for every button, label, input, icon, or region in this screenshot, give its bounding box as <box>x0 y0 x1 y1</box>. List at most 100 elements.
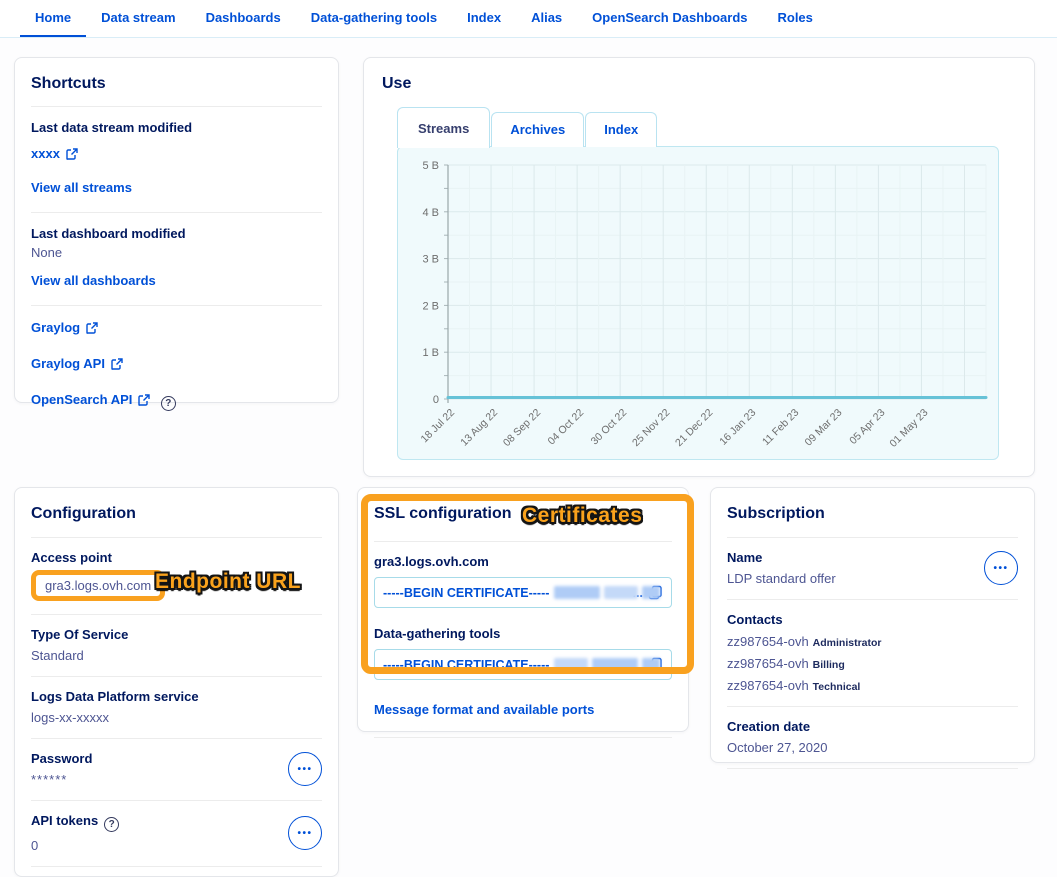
graylog-link-label: Graylog <box>31 320 80 335</box>
nav-tab-home[interactable]: Home <box>20 0 86 37</box>
last-dashboard-value: None <box>31 245 322 260</box>
graylog-api-link-label: Graylog API <box>31 356 105 371</box>
last-stream-label: Last data stream modified <box>31 120 322 135</box>
ssl-configuration-panel: Certificates SSL configuration gra3.logs… <box>357 487 689 732</box>
divider <box>374 737 672 738</box>
api-tokens-label-text: API tokens <box>31 813 98 828</box>
subscription-title: Subscription <box>727 505 1018 523</box>
usage-chart: 01 B2 B3 B4 B5 B18 Jul 2213 Aug 2208 Sep… <box>398 147 1000 459</box>
svg-text:5 B: 5 B <box>422 160 439 172</box>
graylog-link[interactable]: Graylog <box>31 320 98 335</box>
subscription-panel: Subscription Name LDP standard offer Con… <box>710 487 1035 763</box>
configuration-title: Configuration <box>31 505 322 523</box>
svg-text:16 Jan 23: 16 Jan 23 <box>717 407 758 448</box>
tab-streams[interactable]: Streams <box>397 107 490 148</box>
contact-item: zz987654-ovh Billing <box>727 656 1018 671</box>
contact-item: zz987654-ovh Administrator <box>727 634 1018 649</box>
service-row: Logs Data Platform service logs-xx-xxxxx <box>15 677 338 738</box>
password-value: ****** <box>31 772 92 787</box>
usage-chart-container: 01 B2 B3 B4 B5 B18 Jul 2213 Aug 2208 Sep… <box>397 146 999 460</box>
creation-date-value: October 27, 2020 <box>727 740 1018 755</box>
svg-text:0: 0 <box>433 394 439 406</box>
svg-text:21 Dec 22: 21 Dec 22 <box>673 407 715 449</box>
external-tools-section: Graylog Graylog API OpenSearch API <box>15 306 338 426</box>
view-all-streams-label: View all streams <box>31 180 132 195</box>
message-format-ports-label: Message format and available ports <box>374 702 594 717</box>
certificate-section-endpoint: gra3.logs.ovh.com -----BEGIN CERTIFICATE… <box>358 542 688 614</box>
nav-tab-alias[interactable]: Alias <box>516 0 577 37</box>
divider <box>31 866 322 867</box>
svg-text:4 B: 4 B <box>422 207 439 219</box>
certificate-endpoint-label: gra3.logs.ovh.com <box>374 554 672 569</box>
subscription-actions-button[interactable] <box>984 551 1018 585</box>
divider <box>727 768 1018 769</box>
svg-text:09 Mar 23: 09 Mar 23 <box>803 407 845 449</box>
certificate-prefix: -----BEGIN CERTIFICATE----- <box>383 586 549 600</box>
password-label: Password <box>31 751 92 766</box>
nav-tab-opensearch-dashboards[interactable]: OpenSearch Dashboards <box>577 0 762 37</box>
opensearch-api-link[interactable]: OpenSearch API <box>31 392 150 407</box>
external-link-icon <box>111 358 123 370</box>
nav-tab-data-stream[interactable]: Data stream <box>86 0 190 37</box>
nav-tab-index[interactable]: Index <box>452 0 516 37</box>
contacts-label: Contacts <box>727 612 1018 627</box>
api-tokens-label: API tokens <box>31 813 119 832</box>
top-nav: Home Data stream Dashboards Data-gatheri… <box>0 0 1057 38</box>
svg-text:2 B: 2 B <box>422 300 439 312</box>
contact-id: zz987654-ovh <box>727 678 809 693</box>
contact-id: zz987654-ovh <box>727 634 809 649</box>
view-all-dashboards-label: View all dashboards <box>31 273 156 288</box>
shortcuts-panel: Shortcuts Last data stream modified xxxx… <box>14 57 339 403</box>
svg-text:13 Aug 22: 13 Aug 22 <box>458 407 500 449</box>
redacted-certificate-data <box>554 586 627 599</box>
access-point-value: gra3.logs.ovh.com <box>45 578 151 593</box>
message-format-ports-link[interactable]: Message format and available ports <box>374 702 594 717</box>
last-stream-section: Last data stream modified xxxx View all … <box>15 107 338 212</box>
tab-archives[interactable]: Archives <box>491 112 584 147</box>
svg-text:01 May 23: 01 May 23 <box>887 407 930 450</box>
annotation-endpoint-url: Endpoint URL <box>155 570 301 594</box>
certificate-value: -----BEGIN CERTIFICATE----- ... <box>374 577 672 608</box>
subscription-name-value: LDP standard offer <box>727 571 836 586</box>
contact-item: zz987654-ovh Technical <box>727 678 1018 693</box>
svg-text:3 B: 3 B <box>422 254 439 266</box>
view-all-dashboards-link[interactable]: View all dashboards <box>31 273 156 288</box>
help-circle-icon[interactable] <box>161 396 176 411</box>
certificate-section-tools: Data-gathering tools -----BEGIN CERTIFIC… <box>358 614 688 686</box>
external-link-icon <box>66 148 78 160</box>
configuration-panel: Configuration Access point gra3.logs.ovh… <box>14 487 339 877</box>
redacted-certificate-data <box>554 658 627 671</box>
creation-date-label: Creation date <box>727 719 1018 734</box>
service-label: Logs Data Platform service <box>31 689 322 704</box>
contact-id: zz987654-ovh <box>727 656 809 671</box>
nav-tab-roles[interactable]: Roles <box>762 0 827 37</box>
contact-role: Administrator <box>813 637 882 649</box>
tab-index[interactable]: Index <box>585 112 657 147</box>
svg-text:04 Oct 22: 04 Oct 22 <box>546 407 587 448</box>
svg-text:05 Apr 23: 05 Apr 23 <box>847 407 887 447</box>
subscription-name-label: Name <box>727 550 836 565</box>
last-dashboard-section: Last dashboard modified None View all da… <box>15 213 338 305</box>
external-link-icon <box>86 322 98 334</box>
use-tabs: Streams Archives Index <box>397 106 1034 147</box>
graylog-api-link[interactable]: Graylog API <box>31 356 123 371</box>
last-stream-link[interactable]: xxxx <box>31 146 78 161</box>
nav-tab-dashboards[interactable]: Dashboards <box>191 0 296 37</box>
certificate-tools-label: Data-gathering tools <box>374 626 672 641</box>
svg-text:18 Jul 22: 18 Jul 22 <box>418 407 457 446</box>
svg-text:1 B: 1 B <box>422 347 439 359</box>
api-tokens-actions-button[interactable] <box>288 816 322 850</box>
contact-role: Technical <box>813 681 861 693</box>
contact-role: Billing <box>813 659 845 671</box>
api-tokens-value: 0 <box>31 838 119 853</box>
nav-tab-data-gathering-tools[interactable]: Data-gathering tools <box>296 0 452 37</box>
password-actions-button[interactable] <box>288 752 322 786</box>
access-point-label: Access point <box>31 550 322 565</box>
password-row: Password ****** <box>15 739 338 800</box>
svg-text:11 Feb 23: 11 Feb 23 <box>760 407 801 448</box>
creation-date-row: Creation date October 27, 2020 <box>711 707 1034 768</box>
contacts-row: Contacts zz987654-ovh Administrator zz987… <box>711 600 1034 706</box>
last-stream-link-label: xxxx <box>31 146 60 161</box>
view-all-streams-link[interactable]: View all streams <box>31 180 132 195</box>
type-of-service-row: Type Of Service Standard <box>15 615 338 676</box>
